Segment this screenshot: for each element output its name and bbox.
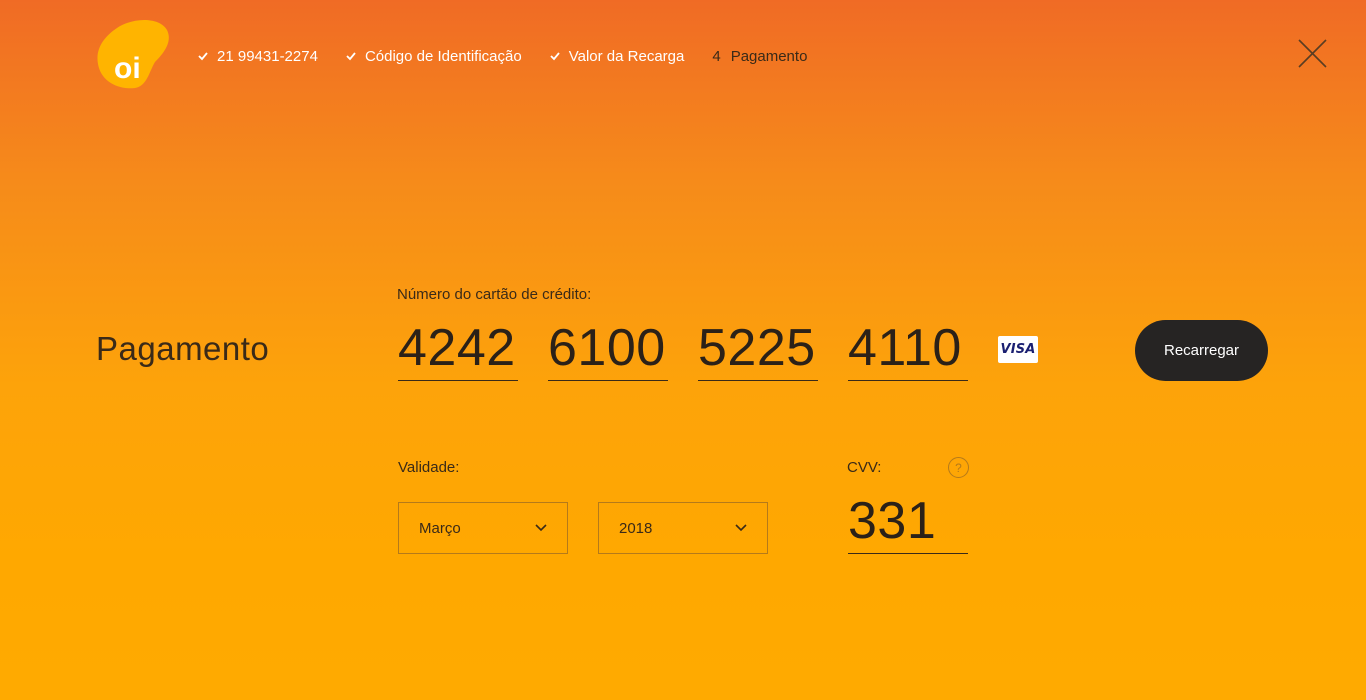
card-number-group-3[interactable]: 5225 [698, 320, 818, 381]
step-label: Valor da Recarga [568, 47, 685, 65]
check-icon [550, 52, 560, 61]
card-number-group-2[interactable]: 6100 [548, 320, 668, 381]
check-icon [198, 52, 208, 61]
step-phone[interactable]: 21 99431-2274 [198, 48, 318, 65]
page-title: Pagamento [96, 330, 270, 367]
expiry-label: Validade: [398, 459, 460, 476]
card-number-group-1[interactable]: 4242 [398, 320, 518, 381]
cvv-input[interactable]: 331 [848, 493, 968, 554]
chevron-down-icon [735, 524, 747, 532]
step-identification[interactable]: Código de Identificação [346, 48, 522, 65]
chevron-down-icon [535, 524, 547, 532]
step-number: 4 [712, 47, 721, 65]
expiry-month-value: Março [419, 519, 461, 537]
expiry-month-select[interactable]: Março [398, 502, 568, 554]
card-number-group-4[interactable]: 4110 [848, 320, 968, 381]
step-payment: 4 Pagamento [712, 48, 807, 65]
step-label: 21 99431-2274 [217, 47, 318, 65]
recharge-button[interactable]: Recarregar [1135, 320, 1268, 381]
help-icon[interactable]: ? [948, 457, 969, 478]
checkout-steps: 21 99431-2274 Código de Identificação Va… [198, 46, 807, 66]
logo-text: oi [114, 52, 141, 85]
expiry-year-value: 2018 [619, 519, 653, 537]
step-amount[interactable]: Valor da Recarga [550, 47, 685, 65]
close-icon[interactable] [1298, 39, 1327, 68]
visa-card-icon: VISA [998, 336, 1038, 363]
card-number-label: Número do cartão de crédito: [397, 286, 592, 303]
check-icon [346, 52, 356, 61]
step-label: Pagamento [730, 47, 808, 65]
oi-logo: oi [97, 20, 169, 89]
cvv-label: CVV: [847, 459, 882, 476]
expiry-year-select[interactable]: 2018 [598, 502, 768, 554]
step-label: Código de Identificação [364, 47, 522, 65]
